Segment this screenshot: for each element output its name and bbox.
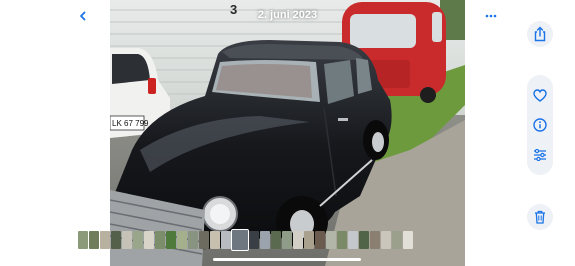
heart-icon[interactable]: [533, 89, 547, 103]
sliders-icon[interactable]: [533, 148, 547, 161]
thumbnail[interactable]: [403, 231, 413, 249]
thumbnail[interactable]: [111, 231, 121, 249]
thumbnail[interactable]: [381, 231, 391, 249]
more-button[interactable]: [482, 7, 500, 25]
thumbnail[interactable]: [177, 231, 187, 249]
back-button[interactable]: [74, 7, 92, 25]
photo[interactable]: 3 LK 67 799: [110, 0, 465, 266]
photo-actions-group: [527, 75, 553, 175]
thumbnail[interactable]: [392, 231, 402, 249]
share-icon: [534, 26, 546, 42]
thumbnail[interactable]: [304, 231, 314, 249]
delete-button[interactable]: [527, 204, 553, 230]
license-plate: LK 67 799: [112, 119, 149, 128]
thumbnail[interactable]: [199, 231, 209, 249]
thumbnail[interactable]: [359, 231, 369, 249]
thumbnail[interactable]: [337, 231, 347, 249]
thumbnail[interactable]: [249, 231, 259, 249]
thumbnail[interactable]: [122, 231, 132, 249]
thumbnail-current[interactable]: [231, 229, 249, 251]
thumbnail[interactable]: [348, 231, 358, 249]
thumbnail[interactable]: [166, 231, 176, 249]
thumbnail[interactable]: [315, 231, 325, 249]
photo-viewer: 3 LK 67 799 2. juni 2023: [0, 0, 575, 266]
thumbnail[interactable]: [155, 231, 165, 249]
ellipsis-icon: [485, 14, 497, 18]
thumbnail[interactable]: [89, 231, 99, 249]
thumbnail[interactable]: [133, 231, 143, 249]
thumbnail[interactable]: [221, 231, 231, 249]
car-photo: 3 LK 67 799: [110, 0, 465, 266]
thumbnail[interactable]: [144, 231, 154, 249]
thumbnail[interactable]: [260, 231, 270, 249]
thumbnail[interactable]: [100, 231, 110, 249]
home-indicator: [213, 258, 361, 261]
thumbnail[interactable]: [282, 231, 292, 249]
trash-icon: [535, 210, 545, 224]
info-icon[interactable]: [533, 118, 547, 133]
thumbnail[interactable]: [370, 231, 380, 249]
thumbnail[interactable]: [210, 231, 220, 249]
thumbnail[interactable]: [293, 231, 303, 249]
chevron-left-icon: [80, 11, 86, 21]
thumbnail-strip: [78, 229, 413, 251]
photo-date: 2. juni 2023: [257, 9, 318, 21]
share-button[interactable]: [527, 21, 553, 47]
thumbnail[interactable]: [271, 231, 281, 249]
thumbnail[interactable]: [78, 231, 88, 249]
thumbnail[interactable]: [326, 231, 336, 249]
thumbnail[interactable]: [188, 231, 198, 249]
